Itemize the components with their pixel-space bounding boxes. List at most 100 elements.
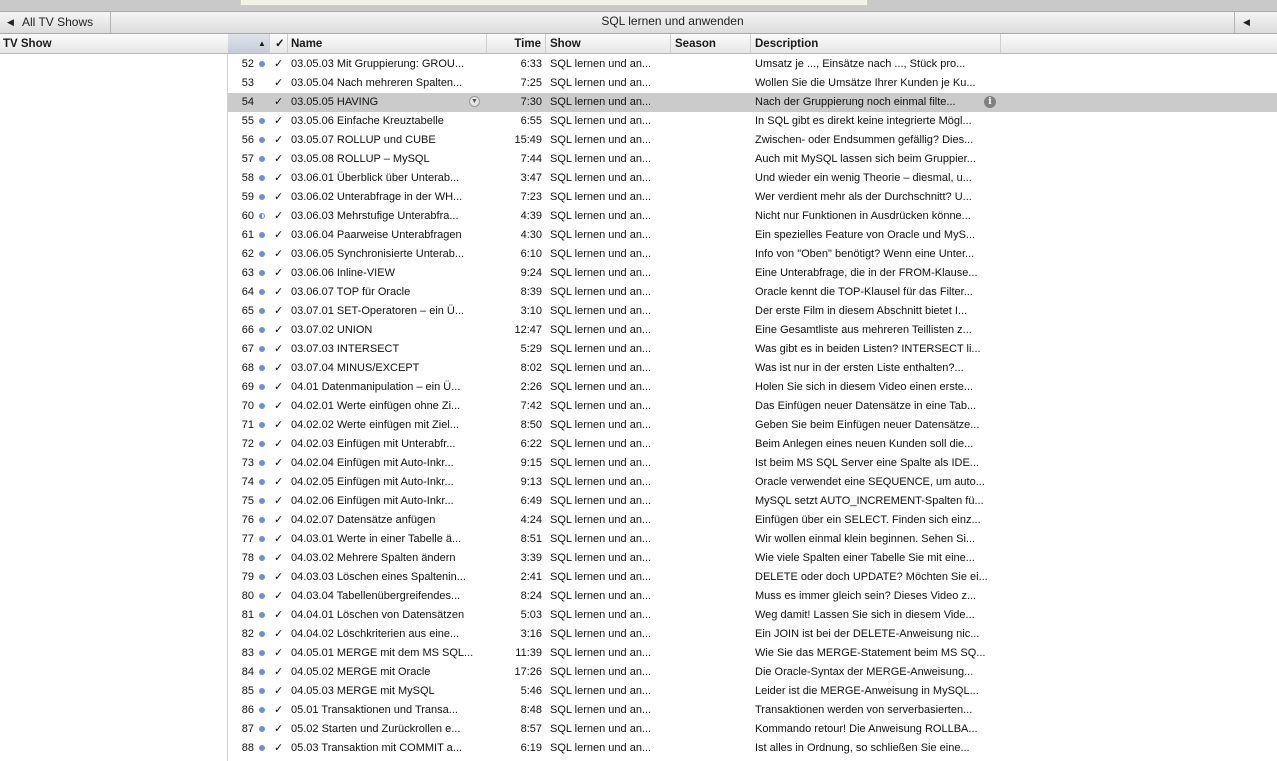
header-name[interactable]: Name: [288, 34, 487, 54]
header-time[interactable]: Time: [487, 34, 546, 54]
search-box-edge[interactable]: [240, 0, 868, 6]
table-row[interactable]: 62 ✓ 03.06.05 Synchronisierte Unterab... 6:…: [228, 245, 1277, 264]
checkbox-checked-icon[interactable]: ✓: [274, 74, 284, 93]
checkbox-checked-icon[interactable]: ✓: [274, 302, 284, 321]
checkbox-checked-icon[interactable]: ✓: [274, 587, 284, 606]
table-row[interactable]: 67 ✓ 03.07.03 INTERSECT 5:29 SQL lernen und …: [228, 340, 1277, 359]
episode-name: 04.03.02 Mehrere Spalten ändern: [291, 552, 456, 564]
checkbox-checked-icon[interactable]: ✓: [274, 701, 284, 720]
checkbox-checked-icon[interactable]: ✓: [274, 188, 284, 207]
table-row[interactable]: 55 ✓ 03.05.06 Einfache Kreuztabelle 6:55 SQL…: [228, 112, 1277, 131]
table-row[interactable]: 88 ✓ 05.03 Transaktion mit COMMIT a... 6:19…: [228, 739, 1277, 758]
table-row[interactable]: 63 ✓ 03.06.06 Inline-VIEW 9:24 SQL lernen un…: [228, 264, 1277, 283]
checkbox-checked-icon[interactable]: ✓: [274, 606, 284, 625]
table-row[interactable]: 71 ✓ 04.02.02 Werte einfügen mit Ziel... 8:…: [228, 416, 1277, 435]
checkbox-checked-icon[interactable]: ✓: [274, 283, 284, 302]
checkbox-checked-icon[interactable]: ✓: [274, 435, 284, 454]
table-row[interactable]: 64 ✓ 03.06.07 TOP für Oracle 8:39 SQL lernen…: [228, 283, 1277, 302]
table-row[interactable]: 57 ✓ 03.05.08 ROLLUP – MySQL 7:44 SQL lernen…: [228, 150, 1277, 169]
table-row[interactable]: 75 ✓ 04.02.06 Einfügen mit Auto-Inkr... 6:4…: [228, 492, 1277, 511]
table-row[interactable]: 68 ✓ 03.07.04 MINUS/EXCEPT 8:02 SQL lernen u…: [228, 359, 1277, 378]
checkbox-checked-icon[interactable]: ✓: [274, 321, 284, 340]
table-row[interactable]: 74 ✓ 04.02.05 Einfügen mit Auto-Inkr... 9:1…: [228, 473, 1277, 492]
episode-name: 04.04.02 Löschkriterien aus eine...: [291, 628, 460, 640]
episode-name: 05.03 Transaktion mit COMMIT a...: [291, 742, 462, 754]
table-row[interactable]: 83 ✓ 04.05.01 MERGE mit dem MS SQL... 11:39…: [228, 644, 1277, 663]
table-row[interactable]: 77 ✓ 04.03.01 Werte in einer Tabelle ä... 8…: [228, 530, 1277, 549]
episode-show: SQL lernen und an...: [550, 742, 652, 754]
episode-time: 7:30: [520, 96, 542, 108]
episode-time: 7:42: [520, 400, 542, 412]
checkbox-checked-icon[interactable]: ✓: [274, 340, 284, 359]
table-row[interactable]: 87 ✓ 05.02 Starten und Zurückrollen e... 8:…: [228, 720, 1277, 739]
checkbox-checked-icon[interactable]: ✓: [274, 511, 284, 530]
checkbox-checked-icon[interactable]: ✓: [274, 492, 284, 511]
table-row[interactable]: 59 ✓ 03.06.02 Unterabfrage in der WH... 7:2…: [228, 188, 1277, 207]
checkbox-checked-icon[interactable]: ✓: [274, 682, 284, 701]
checkbox-checked-icon[interactable]: ✓: [274, 93, 284, 112]
header-tv-show[interactable]: TV Show: [0, 34, 228, 54]
table-row[interactable]: 72 ✓ 04.02.03 Einfügen mit Unterabfr... 6:2…: [228, 435, 1277, 454]
checkbox-checked-icon[interactable]: ✓: [274, 473, 284, 492]
episode-show: SQL lernen und an...: [550, 533, 652, 545]
table-row[interactable]: 61 ✓ 03.06.04 Paarweise Unterabfragen 4:30 S…: [228, 226, 1277, 245]
table-row[interactable]: 86 ✓ 05.01 Transaktionen und Transa... 8:48…: [228, 701, 1277, 720]
tv-show-list[interactable]: [0, 54, 228, 761]
table-row[interactable]: 69 ✓ 04.01 Datenmanipulation – ein Ü... 2:2…: [228, 378, 1277, 397]
episode-name: 03.05.07 ROLLUP und CUBE: [291, 134, 436, 146]
table-row[interactable]: 82 ✓ 04.04.02 Löschkriterien aus eine... 3:…: [228, 625, 1277, 644]
checkbox-checked-icon[interactable]: ✓: [274, 245, 284, 264]
checkbox-checked-icon[interactable]: ✓: [274, 625, 284, 644]
checkbox-checked-icon[interactable]: ✓: [274, 739, 284, 758]
info-icon[interactable]: i: [984, 96, 996, 108]
table-row[interactable]: 85 ✓ 04.05.03 MERGE mit MySQL 5:46 SQL lerne…: [228, 682, 1277, 701]
checkbox-checked-icon[interactable]: ✓: [274, 530, 284, 549]
checkbox-checked-icon[interactable]: ✓: [274, 131, 284, 150]
checkbox-checked-icon[interactable]: ✓: [274, 378, 284, 397]
checkbox-checked-icon[interactable]: ✓: [274, 549, 284, 568]
checkbox-checked-icon[interactable]: ✓: [274, 169, 284, 188]
table-row[interactable]: 65 ✓ 03.07.01 SET-Operatoren – ein Ü... 3:1…: [228, 302, 1277, 321]
episode-number: 86: [241, 704, 254, 716]
table-row[interactable]: 53 ✓ 03.05.04 Nach mehreren Spalten... 7:25…: [228, 74, 1277, 93]
episode-description: Muss es immer gleich sein? Dieses Video …: [755, 590, 977, 602]
table-row[interactable]: 52 ✓ 03.05.03 Mit Gruppierung: GROU... 6:33…: [228, 55, 1277, 74]
header-check[interactable]: ✓: [270, 34, 288, 54]
table-row[interactable]: 58 ✓ 03.06.01 Überblick über Unterab... 3:4…: [228, 169, 1277, 188]
header-description[interactable]: Description: [751, 34, 1001, 54]
header-number-sorted[interactable]: ▲: [228, 34, 270, 54]
checkbox-checked-icon[interactable]: ✓: [274, 150, 284, 169]
episode-show: SQL lernen und an...: [550, 552, 652, 564]
table-row[interactable]: 81 ✓ 04.04.01 Löschen von Datensätzen 5:03 S…: [228, 606, 1277, 625]
table-row[interactable]: 73 ✓ 04.02.04 Einfügen mit Auto-Inkr... 9:1…: [228, 454, 1277, 473]
table-row[interactable]: 79 ✓ 04.03.03 Löschen eines Spaltenin... 2:…: [228, 568, 1277, 587]
table-row[interactable]: 66 ✓ 03.07.02 UNION 12:47 SQL lernen und an.…: [228, 321, 1277, 340]
table-row[interactable]: 56 ✓ 03.05.07 ROLLUP und CUBE 15:49 SQL lern…: [228, 131, 1277, 150]
checkbox-checked-icon[interactable]: ✓: [274, 644, 284, 663]
all-tv-shows-button[interactable]: ◀ All TV Shows: [0, 12, 111, 33]
checkbox-checked-icon[interactable]: ✓: [274, 264, 284, 283]
table-row[interactable]: 70 ✓ 04.02.01 Werte einfügen ohne Zi... 7:4…: [228, 397, 1277, 416]
checkbox-checked-icon[interactable]: ✓: [274, 207, 284, 226]
checkbox-checked-icon[interactable]: ✓: [274, 720, 284, 739]
table-row[interactable]: 54 ✓ 03.05.05 HAVING ▼ 7:30 SQL lernen und an…: [228, 93, 1277, 112]
row-menu-chevron-icon[interactable]: ▼: [469, 96, 480, 107]
table-row[interactable]: 80 ✓ 04.03.04 Tabellenübergreifendes... 8:2…: [228, 587, 1277, 606]
checkbox-checked-icon[interactable]: ✓: [274, 568, 284, 587]
table-row[interactable]: 84 ✓ 04.05.02 MERGE mit Oracle 17:26 SQL ler…: [228, 663, 1277, 682]
nav-arrow-button[interactable]: ◀: [1234, 12, 1277, 33]
checkbox-checked-icon[interactable]: ✓: [274, 454, 284, 473]
header-season[interactable]: Season: [671, 34, 751, 54]
checkbox-checked-icon[interactable]: ✓: [274, 359, 284, 378]
checkbox-checked-icon[interactable]: ✓: [274, 397, 284, 416]
table-row[interactable]: 60 ✓ 03.06.03 Mehrstufige Unterabfra... 4:3…: [228, 207, 1277, 226]
checkbox-checked-icon[interactable]: ✓: [274, 55, 284, 74]
checkbox-checked-icon[interactable]: ✓: [274, 226, 284, 245]
episode-time: 8:24: [520, 590, 542, 602]
table-row[interactable]: 76 ✓ 04.02.07 Datensätze anfügen 4:24 SQL le…: [228, 511, 1277, 530]
header-show[interactable]: Show: [546, 34, 671, 54]
checkbox-checked-icon[interactable]: ✓: [274, 416, 284, 435]
table-row[interactable]: 78 ✓ 04.03.02 Mehrere Spalten ändern 3:39 SQ…: [228, 549, 1277, 568]
checkbox-checked-icon[interactable]: ✓: [274, 112, 284, 131]
checkbox-checked-icon[interactable]: ✓: [274, 663, 284, 682]
